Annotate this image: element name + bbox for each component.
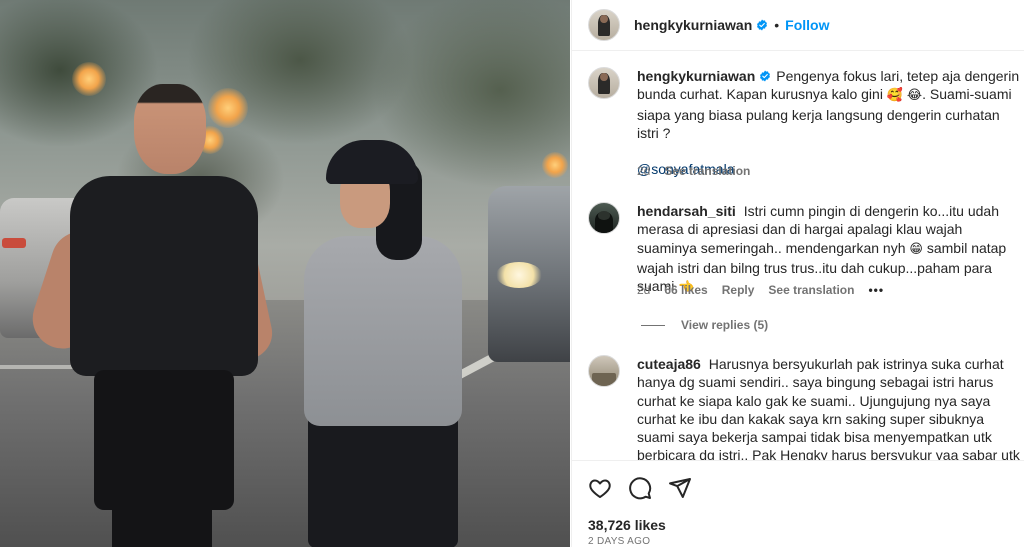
action-icons <box>588 476 708 500</box>
comment-likes[interactable]: 66 likes <box>664 283 707 297</box>
post-date[interactable]: 2 DAYS AGO <box>588 536 650 547</box>
post-actions: 38,726 likes 2 DAYS AGO <box>572 460 1024 547</box>
share-send-icon[interactable] <box>668 476 692 500</box>
caption-username[interactable]: hengkykurniawan <box>637 68 755 84</box>
emoji-laughing: 😂 <box>906 88 923 104</box>
post-header: hengkykurniawan • Follow <box>572 0 1024 51</box>
post-likes-count[interactable]: 38,726 likes <box>588 517 666 533</box>
emoji-grinning: 😁 <box>909 241 923 257</box>
comment-more-options-icon[interactable]: ••• <box>868 283 884 297</box>
comment-text: cuteaja86 Harusnya bersyukurlah pak istr… <box>637 355 1022 460</box>
photo-runner-woman <box>292 140 472 547</box>
comment-reply-button[interactable]: Reply <box>722 283 755 297</box>
author-avatar[interactable] <box>588 9 620 41</box>
comment-avatar[interactable] <box>588 355 620 387</box>
follow-button[interactable]: Follow <box>785 17 829 33</box>
comment-bubble-icon[interactable] <box>628 476 652 500</box>
view-replies-label: View replies (5) <box>681 318 769 332</box>
comment-username[interactable]: cuteaja86 <box>637 356 701 372</box>
like-heart-icon[interactable] <box>588 476 612 500</box>
caption-meta: 2d See translation <box>637 164 764 178</box>
post-caption: hengkykurniawan Pengenya fokus lari, tete… <box>588 67 1024 187</box>
photo-street-light <box>542 152 568 178</box>
comment-meta: 2d 66 likes Reply See translation ••• <box>637 283 898 297</box>
post-photo[interactable] <box>0 0 570 547</box>
caption-text: hengkykurniawan Pengenya fokus lari, tete… <box>637 67 1022 179</box>
emoji-smiling-hearts: 🥰 <box>886 88 904 104</box>
comment-username[interactable]: hendarsah_siti <box>637 203 736 219</box>
view-replies-button[interactable]: View replies (5) <box>641 318 768 332</box>
caption-see-translation[interactable]: See translation <box>664 164 750 178</box>
caption-avatar[interactable] <box>588 67 620 99</box>
verified-badge-icon <box>757 19 768 31</box>
comment-time[interactable]: 2d <box>637 283 650 297</box>
comment-item: cuteaja86 Harusnya bersyukurlah pak istr… <box>588 355 1024 460</box>
comment-avatar[interactable] <box>588 202 620 234</box>
photo-car-right <box>488 186 570 362</box>
caption-time[interactable]: 2d <box>637 164 650 178</box>
header-separator: • <box>774 17 780 33</box>
post-side-panel: hengkykurniawan • Follow hengkykurniawan… <box>571 0 1024 547</box>
view-replies-line <box>641 324 665 326</box>
author-username[interactable]: hengkykurniawan <box>634 17 752 33</box>
photo-runner-man <box>24 80 282 547</box>
comment-see-translation[interactable]: See translation <box>768 283 854 297</box>
comments-list[interactable]: hengkykurniawan Pengenya fokus lari, tete… <box>572 52 1024 460</box>
verified-badge-icon <box>760 70 771 82</box>
